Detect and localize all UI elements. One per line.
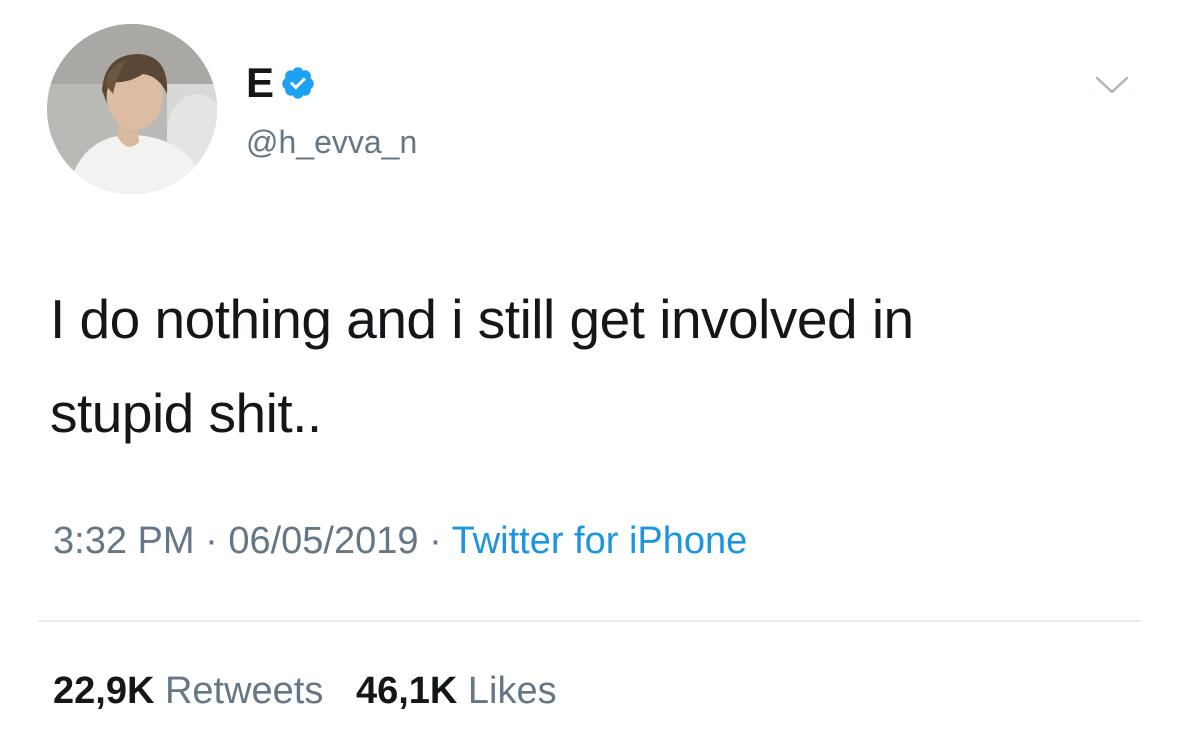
tweet-time[interactable]: 3:32 PM: [53, 520, 195, 562]
likes-stat[interactable]: 46,1K Likes: [356, 672, 557, 710]
chevron-down-icon[interactable]: [1094, 74, 1130, 96]
meta-separator: ·: [205, 520, 218, 562]
meta-separator: ·: [429, 520, 442, 562]
tweet-meta: 3:32 PM · 06/05/2019 · Twitter for iPhon…: [53, 522, 747, 560]
tweet-text: I do nothing and i still get involved in…: [50, 272, 1110, 460]
display-name-row: E: [246, 58, 316, 108]
tweet-text-line-1: I do nothing and i still get involved in: [50, 288, 914, 350]
divider: [38, 620, 1141, 622]
retweets-count: 22,9K: [53, 670, 155, 712]
avatar-photo: [47, 24, 217, 194]
display-name[interactable]: E: [246, 62, 274, 104]
retweets-stat[interactable]: 22,9K Retweets: [53, 672, 323, 710]
likes-label: Likes: [467, 670, 557, 712]
tweet-text-line-2: stupid shit..: [50, 382, 322, 444]
tweet-card: E @h_evva_n I do nothing and i still get…: [0, 0, 1179, 741]
likes-count: 46,1K: [355, 670, 458, 712]
avatar[interactable]: [47, 24, 217, 194]
retweets-label: Retweets: [164, 670, 324, 712]
tweet-source-link[interactable]: Twitter for iPhone: [452, 520, 748, 562]
tweet-date[interactable]: 06/05/2019: [228, 520, 418, 562]
verified-badge-icon: [280, 65, 316, 101]
tweet-stats: 22,9K Retweets 46,1K Likes: [53, 672, 579, 710]
user-handle[interactable]: @h_evva_n: [246, 126, 417, 158]
